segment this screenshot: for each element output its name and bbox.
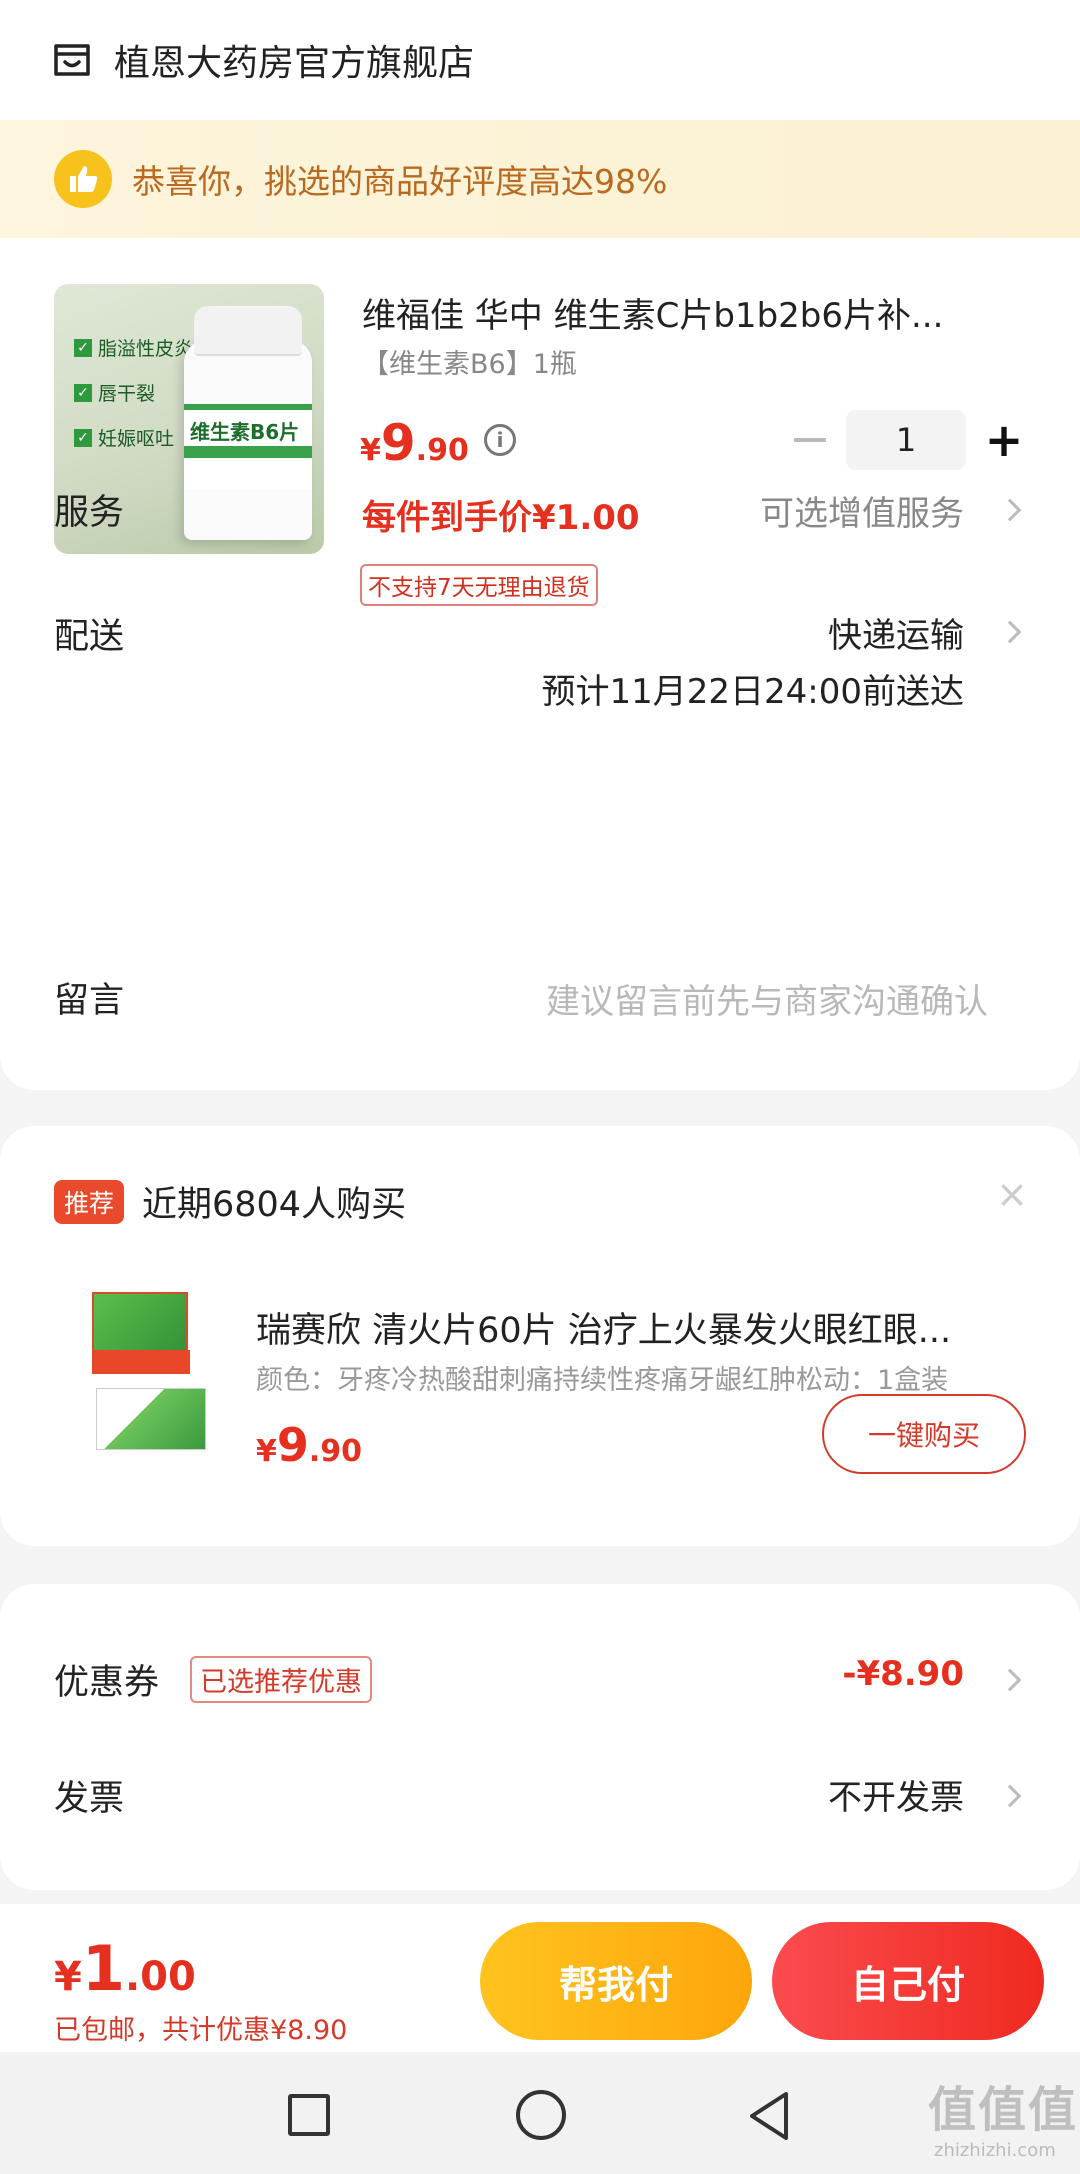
medicine-box — [92, 1292, 190, 1374]
delivery-label: 配送 — [54, 617, 125, 657]
chevron-right-icon[interactable] — [998, 1668, 1022, 1692]
recents-icon[interactable] — [288, 2094, 330, 2136]
quantity-input[interactable]: 1 — [846, 410, 966, 470]
watermark-sub: zhizhizhi.com — [934, 2140, 1056, 2161]
service-value[interactable]: 可选增值服务 — [760, 486, 964, 535]
product-title[interactable]: 维福佳 华中 维生素C片b1b2b6片补... — [362, 288, 1022, 337]
self-pay-button[interactable]: 自己付 — [772, 1922, 1044, 2040]
recommend-product-price: ¥9.90 — [256, 1418, 363, 1472]
bottle-cap — [194, 306, 302, 356]
message-input[interactable]: 建议留言前先与商家沟通确认 — [546, 974, 988, 1023]
checkout-footer: ¥1.00 已包邮，共计优惠¥8.90 帮我付 自己付 — [0, 1904, 1080, 2052]
recommend-tag: 推荐 — [54, 1180, 125, 1224]
store-header[interactable]: 植恩大药房官方旗舰店 — [0, 0, 1080, 120]
no-return-badge: 不支持7天无理由退货 — [360, 564, 598, 606]
service-label: 服务 — [54, 493, 125, 533]
chevron-right-icon[interactable] — [998, 1784, 1022, 1808]
store-name: 植恩大药房官方旗舰店 — [114, 43, 475, 84]
order-card: ✓ 脂溢性皮炎 ✓ 唇干裂 ✓ 妊娠呕吐 维生素B6片 维福佳 华中 维生素C片b1b… — [0, 238, 1080, 1090]
message-label: 留言 — [54, 981, 125, 1021]
medicine-bottle: 维生素B6片 — [184, 306, 312, 540]
quantity-increase-button[interactable]: + — [984, 417, 1024, 463]
store-icon — [54, 44, 90, 76]
recommend-title: 近期6804人购买 — [142, 1185, 407, 1225]
check-icon: ✓ — [74, 338, 92, 357]
invoice-value[interactable]: 不开发票 — [828, 1770, 964, 1819]
coupon-value[interactable]: -¥8.90 — [842, 1654, 964, 1694]
bottle-label: 维生素B6片 — [184, 404, 312, 490]
home-icon[interactable] — [516, 2090, 566, 2140]
coupon-label: 优惠券 — [54, 1663, 160, 1703]
delivery-eta: 预计11月22日24:00前送达 — [541, 672, 964, 712]
unit-price: 每件到手价¥1.00 — [362, 498, 640, 538]
recommend-card: 推荐 近期6804人购买 × 瑞赛欣 清火片60片 治疗上火暴发火眼红眼... … — [0, 1126, 1080, 1546]
check-icon: ✓ — [74, 383, 92, 402]
watermark: 值值值 — [928, 2082, 1079, 2138]
total-price: ¥1.00 — [54, 1932, 196, 2005]
coupon-badge: 已选推荐优惠 — [190, 1656, 372, 1703]
check-icon: ✓ — [74, 428, 92, 447]
medicine-box — [96, 1388, 206, 1450]
quantity-decrease-button[interactable] — [790, 420, 830, 460]
chevron-right-icon[interactable] — [998, 498, 1022, 522]
feature-item: ✓ 脂溢性皮炎 — [74, 334, 193, 361]
coupon-invoice-card: 优惠券 已选推荐优惠 -¥8.90 发票 不开发票 — [0, 1584, 1080, 1890]
praise-text: 恭喜你，挑选的商品好评度高达98% — [132, 162, 668, 201]
close-icon[interactable]: × — [996, 1172, 1028, 1216]
recommend-product-name[interactable]: 瑞赛欣 清火片60片 治疗上火暴发火眼红眼... — [256, 1302, 1026, 1353]
thumbs-up-icon — [54, 150, 112, 208]
system-nav-bar: 值值值 zhizhizhi.com — [0, 2052, 1080, 2174]
invoice-label: 发票 — [54, 1779, 125, 1819]
recommend-product-spec: 颜色：牙疼冷热酸甜刺痛持续性疼痛牙龈红肿松动：1盒装 — [256, 1365, 949, 1396]
recommend-product-image[interactable] — [92, 1292, 212, 1456]
product-image-features: ✓ 脂溢性皮炎 ✓ 唇干裂 ✓ 妊娠呕吐 — [74, 334, 193, 469]
praise-banner: 恭喜你，挑选的商品好评度高达98% — [0, 120, 1080, 238]
total-note: 已包邮，共计优惠¥8.90 — [54, 2015, 348, 2046]
help-pay-button[interactable]: 帮我付 — [480, 1922, 752, 2040]
product-spec[interactable]: 【维生素B6】1瓶 — [362, 342, 577, 381]
product-price: ¥9.90 — [360, 414, 469, 472]
feature-item: ✓ 妊娠呕吐 — [74, 424, 193, 451]
chevron-right-icon[interactable] — [998, 620, 1022, 644]
info-icon[interactable]: i — [484, 424, 516, 456]
one-click-buy-button[interactable]: 一键购买 — [822, 1394, 1026, 1474]
back-icon[interactable] — [746, 2090, 794, 2142]
feature-item: ✓ 唇干裂 — [74, 379, 193, 406]
delivery-value[interactable]: 快递运输 — [828, 608, 964, 657]
